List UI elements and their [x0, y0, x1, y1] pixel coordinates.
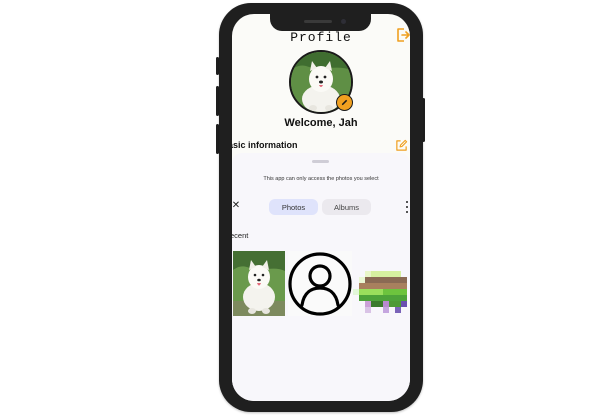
more-vertical-icon[interactable]	[405, 201, 409, 213]
photo-thumbnail-person[interactable]	[288, 251, 352, 316]
dog-photo	[233, 251, 285, 316]
front-camera	[341, 19, 346, 24]
speaker	[304, 20, 332, 23]
welcome-text: Welcome, Jah	[284, 117, 358, 129]
avatar-edit-button[interactable]	[336, 94, 353, 111]
logout-icon[interactable]	[395, 27, 410, 43]
edit-icon[interactable]	[395, 139, 408, 152]
phone-screen: Profile Welcome, Jah asic information Th…	[232, 14, 410, 401]
photo-thumbnail-dog[interactable]	[233, 251, 285, 316]
photo-picker-sheet: This app can only access the photos you …	[232, 153, 410, 401]
basic-information-heading: asic information	[232, 140, 298, 150]
recent-heading: ecent	[232, 231, 249, 240]
sheet-drag-handle[interactable]	[312, 160, 329, 163]
tab-albums-label: Albums	[333, 202, 359, 212]
tab-photos-label: Photos	[281, 202, 306, 212]
tab-albums[interactable]: Albums	[322, 199, 371, 215]
notch	[270, 14, 371, 31]
close-button[interactable]: ✕	[232, 201, 241, 211]
photo-thumbnail-pixel-art[interactable]	[353, 251, 410, 316]
tab-photos[interactable]: Photos	[269, 199, 318, 215]
page-title: Profile	[290, 30, 352, 45]
access-notice: This app can only access the photos you …	[263, 176, 379, 182]
pixel-art-image	[353, 271, 407, 313]
pencil-icon	[341, 99, 348, 106]
person-placeholder-icon	[288, 251, 352, 316]
